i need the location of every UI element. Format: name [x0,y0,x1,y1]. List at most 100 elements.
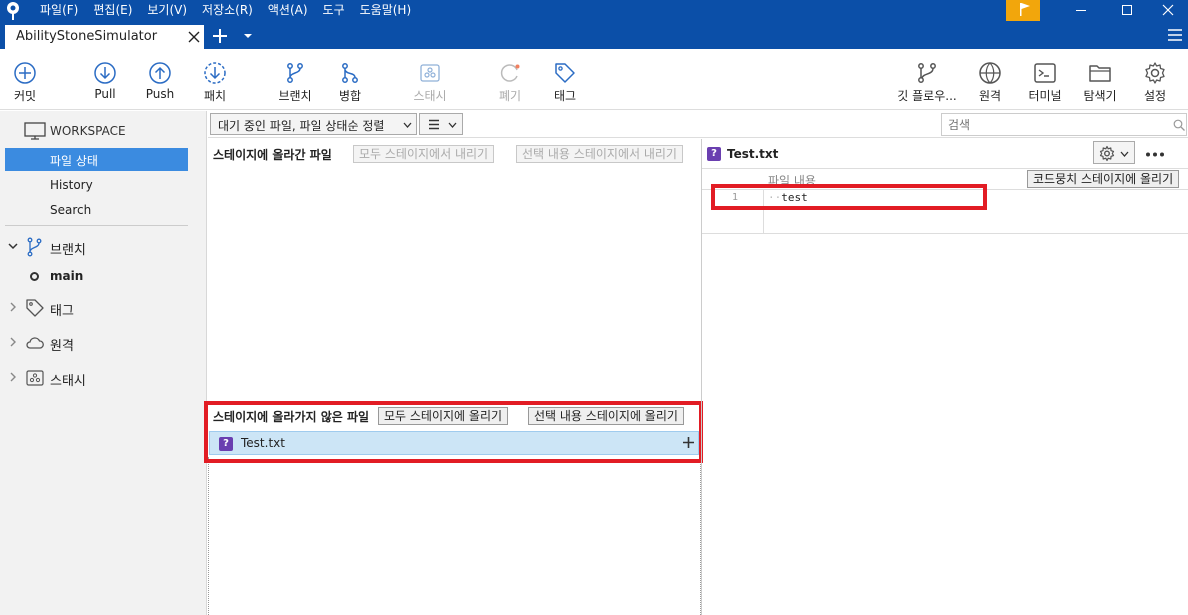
settings-label: 설정 [1143,89,1167,103]
sidebar-item-search[interactable]: Search [5,199,188,222]
maximize-icon [1122,5,1132,15]
new-tab-icon[interactable] [212,28,228,44]
close-window-button[interactable] [1148,0,1188,21]
globe-icon [979,62,1001,84]
diff-line-text: test [781,191,808,204]
menu-help[interactable]: 도움말(H) [360,0,412,21]
pull-button[interactable]: Pull [90,49,120,107]
sidebar-section-tags[interactable]: 태그 [8,297,198,319]
chevron-right-icon [10,302,16,312]
close-tab-icon[interactable] [188,31,200,43]
workspace-heading: WORKSPACE [50,124,126,138]
hunk-label: 파일 내용 [768,174,816,188]
unstaged-file-row[interactable]: ? Test.txt [209,431,699,455]
sidebar-section-remotes[interactable]: 원격 [8,332,198,354]
merge-label: 병합 [338,89,362,103]
sidebar-item-history[interactable]: History [5,174,188,197]
push-button[interactable]: Push [145,49,175,107]
close-icon [1162,4,1174,16]
remotes-label: 원격 [50,339,74,354]
tab-repository[interactable]: AbilityStoneSimulator [5,25,204,49]
tab-bar: AbilityStoneSimulator [0,21,1188,49]
more-options-icon[interactable] [1145,152,1165,157]
view-mode-dropdown[interactable] [419,113,463,135]
tag-icon [555,63,575,83]
branch-icon [287,63,303,83]
diff-header: ? Test.txt [702,139,1188,168]
menu-file[interactable]: 파일(F) [40,0,78,21]
terminal-button[interactable]: 터미널 [1028,49,1062,107]
stage-all-button[interactable]: 모두 스테이지에 올리기 [378,407,509,425]
branches-label: 브랜치 [50,243,86,258]
menu-view[interactable]: 보기(V) [147,0,187,21]
main-toolbar: 커밋 Pull Push 패치 브랜치 병합 스태시 폐기 태그 깃 플로우..… [0,49,1188,110]
discard-button[interactable]: 폐기 [495,49,525,107]
fetch-button[interactable]: 패치 [200,49,230,107]
chevron-right-icon [10,372,16,382]
search-input[interactable] [948,117,1168,133]
tab-list-dropdown-icon[interactable] [243,33,253,39]
minimize-button[interactable] [1061,0,1101,21]
tag-button[interactable]: 태그 [550,49,580,107]
fetch-icon [204,62,226,84]
file-sort-value: 대기 중인 파일, 파일 상태순 정렬 [218,119,385,133]
merge-button[interactable]: 병합 [335,49,365,107]
file-sort-dropdown[interactable]: 대기 중인 파일, 파일 상태순 정렬 [210,113,417,135]
tag-label: 태그 [553,89,577,103]
remote-button[interactable]: 원격 [975,49,1005,107]
stashes-label: 스태시 [50,374,86,389]
untracked-status-icon: ? [219,437,233,451]
staged-files-list [208,168,701,401]
menu-bar: 파일(F) 편집(E) 보기(V) 저장소(R) 액션(A) 도구 도움말(H) [40,0,426,21]
stash-icon [26,370,44,386]
stage-hunk-button[interactable]: 코드뭉치 스테이지에 올리기 [1027,170,1180,188]
hamburger-menu-icon[interactable] [1168,29,1182,41]
menu-actions[interactable]: 액션(A) [268,0,308,21]
merge-icon [342,63,358,83]
stage-file-plus-icon[interactable] [682,436,695,449]
sidebar-section-stashes[interactable]: 스태시 [8,367,198,389]
sidebar-section-branches[interactable]: 브랜치 [8,236,198,258]
terminal-icon [1034,63,1056,83]
menu-repository[interactable]: 저장소(R) [202,0,253,21]
gitflow-label: 깃 플로우... [897,89,957,103]
notification-flag-button[interactable] [1006,0,1040,21]
commit-icon [14,62,36,84]
search-box[interactable] [941,113,1187,136]
sidebar-item-file-status[interactable]: 파일 상태 [5,148,188,171]
diff-line: ··test [768,191,808,204]
settings-button[interactable]: 설정 [1140,49,1170,107]
current-branch-indicator [30,272,39,281]
unstaged-files-list [208,457,701,615]
unstage-selected-button[interactable]: 선택 내용 스테이지에서 내리기 [516,145,683,163]
flag-icon [1020,3,1030,16]
diff-file-name: Test.txt [727,147,779,161]
untracked-status-icon: ? [707,147,721,161]
diff-options-dropdown[interactable] [1093,141,1135,164]
gear-icon [1145,62,1165,84]
search-icon [1173,119,1185,131]
commit-button[interactable]: 커밋 [10,49,40,107]
menu-edit[interactable]: 편집(E) [93,0,132,21]
unstage-all-button[interactable]: 모두 스테이지에서 내리기 [353,145,495,163]
stage-selected-button[interactable]: 선택 내용 스테이지에 올리기 [528,407,684,425]
maximize-button[interactable] [1107,0,1147,21]
sidebar-item-label: Search [50,203,92,217]
stash-button[interactable]: 스태시 [413,49,447,107]
fetch-label: 패치 [203,89,227,103]
push-icon [149,62,171,84]
menu-tools[interactable]: 도구 [323,0,345,21]
diff-code-view[interactable]: 1 ··test [702,190,1188,234]
stash-label: 스태시 [413,89,447,103]
title-bar: 파일(F) 편집(E) 보기(V) 저장소(R) 액션(A) 도구 도움말(H) [0,0,1188,21]
chevron-right-icon [10,337,16,347]
explorer-button[interactable]: 탐색기 [1083,49,1117,107]
gitflow-button[interactable]: 깃 플로우... [897,49,957,107]
sidebar-item-label: History [50,178,93,192]
tab-title: AbilityStoneSimulator [16,29,158,44]
branch-icon [27,237,42,257]
branch-button[interactable]: 브랜치 [278,49,312,107]
discard-icon [500,64,520,82]
unstaged-files-header: 스테이지에 올라가지 않은 파일 모두 스테이지에 올리기 선택 내용 스테이지… [208,403,701,429]
chevron-down-icon [8,243,18,250]
